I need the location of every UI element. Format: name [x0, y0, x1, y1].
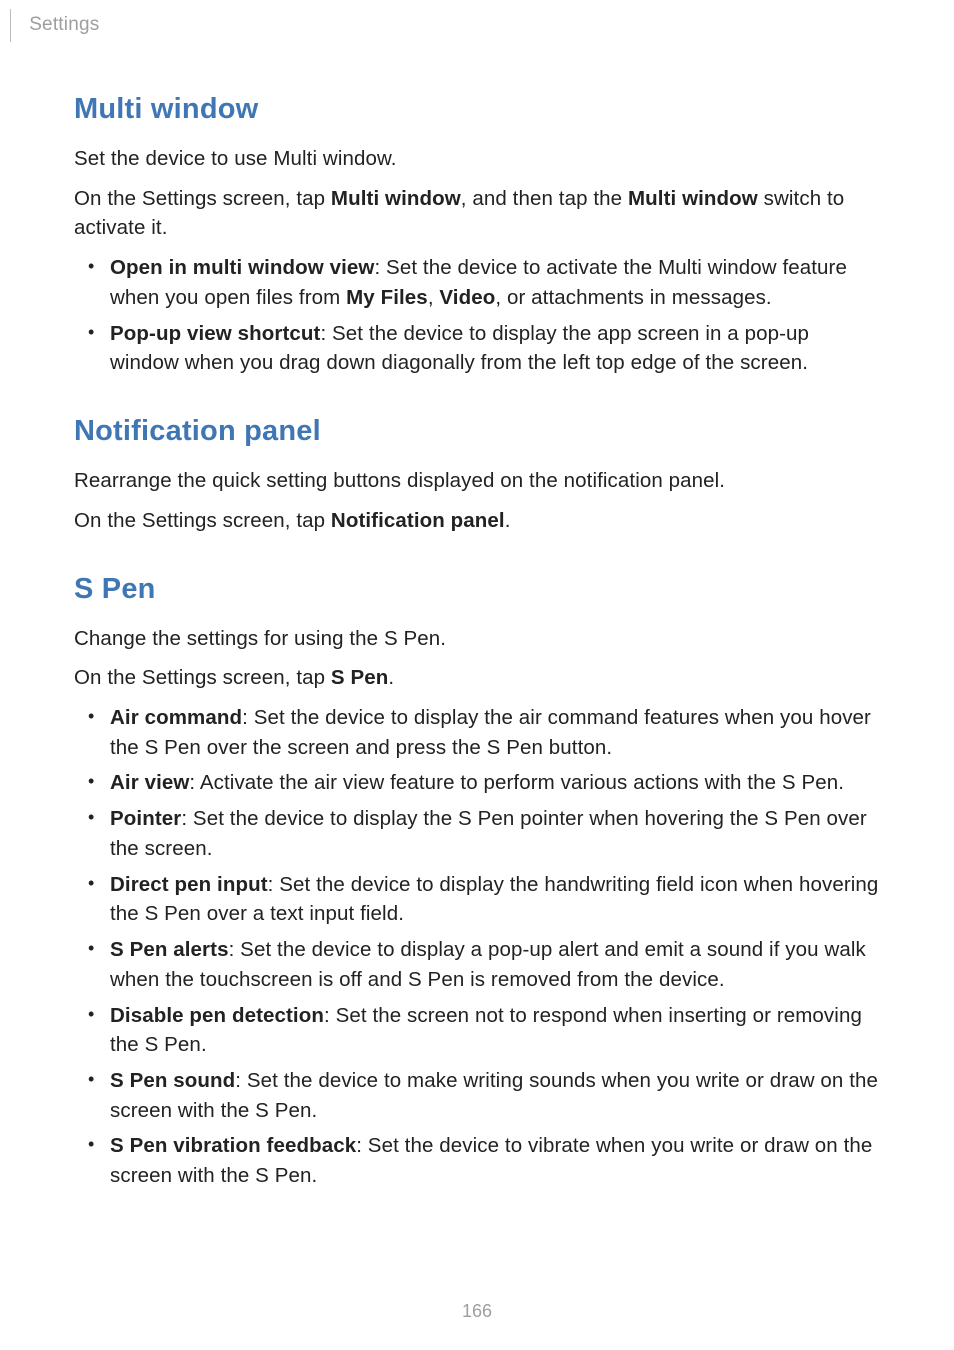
- bold-text: Direct pen input: [110, 873, 268, 896]
- list-item: S Pen alerts: Set the device to display …: [74, 935, 882, 994]
- text-fragment: On the Settings screen, tap: [74, 666, 331, 689]
- bold-text: Multi window: [331, 187, 461, 210]
- list-item: Disable pen detection: Set the screen no…: [74, 1001, 882, 1060]
- bold-text: S Pen sound: [110, 1069, 235, 1092]
- bold-text: S Pen vibration feedback: [110, 1134, 356, 1157]
- bold-text: Notification panel: [331, 509, 505, 532]
- text-fragment: ,: [428, 286, 440, 309]
- list-item: Air command: Set the device to display t…: [74, 703, 882, 762]
- bold-text: Multi window: [628, 187, 758, 210]
- bold-text: Disable pen detection: [110, 1004, 324, 1027]
- text-fragment: On the Settings screen, tap: [74, 187, 331, 210]
- breadcrumb: Settings: [29, 14, 99, 36]
- list-item: Open in multi window view: Set the devic…: [74, 253, 882, 312]
- list-item: Pop-up view shortcut: Set the device to …: [74, 319, 882, 378]
- text-fragment: , and then tap the: [461, 187, 628, 210]
- text-fragment: On the Settings screen, tap: [74, 509, 331, 532]
- s-pen-intro: Change the settings for using the S Pen.: [74, 624, 882, 654]
- list-item: Air view: Activate the air view feature …: [74, 768, 882, 798]
- list-item: S Pen vibration feedback: Set the device…: [74, 1131, 882, 1190]
- header-divider: [10, 9, 11, 42]
- text-fragment: .: [505, 509, 511, 532]
- list-item: S Pen sound: Set the device to make writ…: [74, 1066, 882, 1125]
- bold-text: Air command: [110, 706, 242, 729]
- multi-window-intro: Set the device to use Multi window.: [74, 144, 882, 174]
- bold-text: Pointer: [110, 807, 181, 830]
- bold-text: Pop-up view shortcut: [110, 322, 320, 345]
- multi-window-list: Open in multi window view: Set the devic…: [74, 253, 882, 378]
- bold-text: Air view: [110, 771, 189, 794]
- bold-text: My Files: [346, 286, 428, 309]
- text-fragment: : Activate the air view feature to perfo…: [189, 771, 844, 794]
- list-item: Pointer: Set the device to display the S…: [74, 804, 882, 863]
- page-number: 166: [0, 1301, 954, 1322]
- list-item: Direct pen input: Set the device to disp…: [74, 870, 882, 929]
- page-header: Settings: [10, 0, 99, 50]
- section-title-s-pen: S Pen: [74, 568, 882, 610]
- bold-text: S Pen: [331, 666, 388, 689]
- bold-text: Video: [439, 286, 495, 309]
- s-pen-list: Air command : Set the device to display t…: [74, 703, 882, 1191]
- multi-window-instruction: On the Settings screen, tap Multi window…: [74, 184, 882, 243]
- bold-text: Open in multi window view: [110, 256, 374, 279]
- text-fragment: .: [388, 666, 394, 689]
- s-pen-instruction: On the Settings screen, tap S Pen.: [74, 663, 882, 693]
- bold-text: S Pen alerts: [110, 938, 229, 961]
- notification-panel-intro: Rearrange the quick setting buttons disp…: [74, 466, 882, 496]
- section-title-notification-panel: Notification panel: [74, 410, 882, 452]
- notification-panel-instruction: On the Settings screen, tap Notification…: [74, 506, 882, 536]
- text-fragment: , or attachments in messages.: [495, 286, 771, 309]
- text-fragment: : Set the device to display the S Pen po…: [110, 807, 867, 860]
- page-content: Multi window Set the device to use Multi…: [74, 70, 882, 1197]
- section-title-multi-window: Multi window: [74, 88, 882, 130]
